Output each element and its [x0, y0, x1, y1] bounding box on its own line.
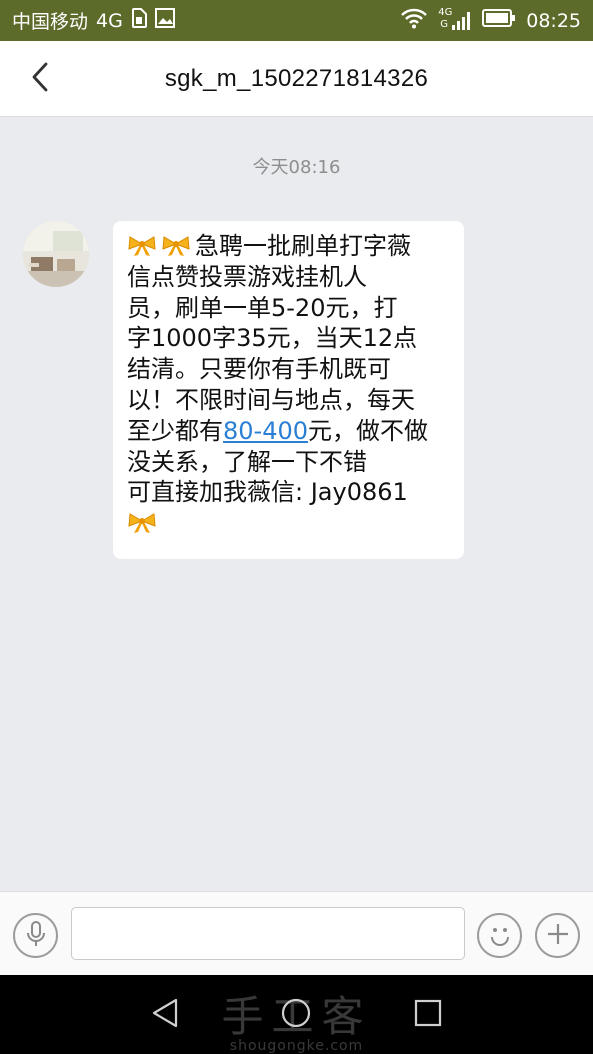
composer-bar — [0, 891, 593, 975]
plus-icon — [545, 921, 571, 951]
nav-recents-button[interactable] — [410, 997, 446, 1033]
message-input[interactable] — [71, 907, 465, 960]
image-notification-icon — [154, 8, 175, 33]
message-line: 员，刷单一单5-20元，打 — [127, 293, 398, 322]
smiley-icon — [485, 919, 515, 953]
phone-number-link[interactable]: 80-400 — [223, 417, 308, 445]
message-text: 至少都有 — [127, 416, 223, 445]
status-left: 中国移动 4G — [12, 7, 175, 34]
chevron-left-icon — [30, 62, 50, 96]
back-button[interactable] — [22, 61, 58, 97]
emoji-button[interactable] — [477, 913, 522, 958]
message-line: 字1000字35元，当天12点 — [127, 324, 418, 353]
status-right: 4G G 08:25 — [400, 7, 581, 34]
message-text: 元，做不做 — [308, 416, 429, 445]
bow-emoji-icon — [161, 234, 191, 256]
sender-avatar[interactable] — [23, 221, 89, 287]
message-text: 急聘一批刷单打字薇 — [195, 232, 411, 260]
bow-emoji-icon — [127, 511, 157, 534]
message-line: 信点赞投票游戏挂机人 — [127, 262, 367, 291]
message-list[interactable]: 今天08:16 急聘一批刷单打字薇 信点赞投票游戏挂机人 员，刷单一单5-20元… — [0, 117, 593, 891]
message-line: 可直接加我薇信: Jay0861 — [127, 478, 408, 507]
square-recents-icon — [413, 998, 443, 1032]
signal-type-label: 4G — [438, 6, 453, 18]
triangle-back-icon — [150, 997, 180, 1033]
chat-header: sgk_m_1502271814326 — [0, 41, 593, 117]
wifi-icon — [400, 7, 428, 34]
message-line: 急聘一批刷单打字薇 — [127, 231, 454, 262]
message-line: 结清。只要你有手机既可 — [127, 355, 391, 384]
nav-home-button[interactable] — [278, 997, 314, 1033]
status-bar: 中国移动 4G 4G G 08:25 — [0, 0, 593, 41]
bow-emoji-icon — [127, 234, 157, 256]
nav-back-button[interactable] — [147, 997, 183, 1033]
watermark-url: shougongke.com — [229, 1038, 364, 1054]
message-line: 以！不限时间与地点，每天 — [127, 385, 415, 414]
sim-card-icon — [131, 8, 147, 33]
microphone-icon — [25, 920, 47, 952]
system-nav-bar: 手工客 shougongke.com — [0, 975, 593, 1054]
cellular-signal-icon: 4G G — [438, 6, 472, 33]
signal-type-label-bottom: G — [440, 18, 448, 30]
circle-home-icon — [280, 997, 312, 1033]
message-line — [127, 508, 454, 539]
message-bubble[interactable]: 急聘一批刷单打字薇 信点赞投票游戏挂机人 员，刷单一单5-20元，打 字1000… — [113, 221, 464, 559]
add-attachment-button[interactable] — [535, 913, 580, 958]
message-line: 没关系，了解一下不错 — [127, 447, 367, 476]
voice-input-button[interactable] — [13, 913, 58, 958]
carrier-label: 中国移动 — [12, 11, 89, 33]
contact-name: sgk_m_1502271814326 — [164, 64, 429, 92]
message-line: 至少都有80-400元，做不做 — [127, 416, 454, 447]
network-label: 4G — [96, 9, 123, 32]
battery-icon — [482, 8, 516, 33]
clock: 08:25 — [526, 9, 581, 32]
message-timestamp: 今天08:16 — [252, 157, 341, 178]
